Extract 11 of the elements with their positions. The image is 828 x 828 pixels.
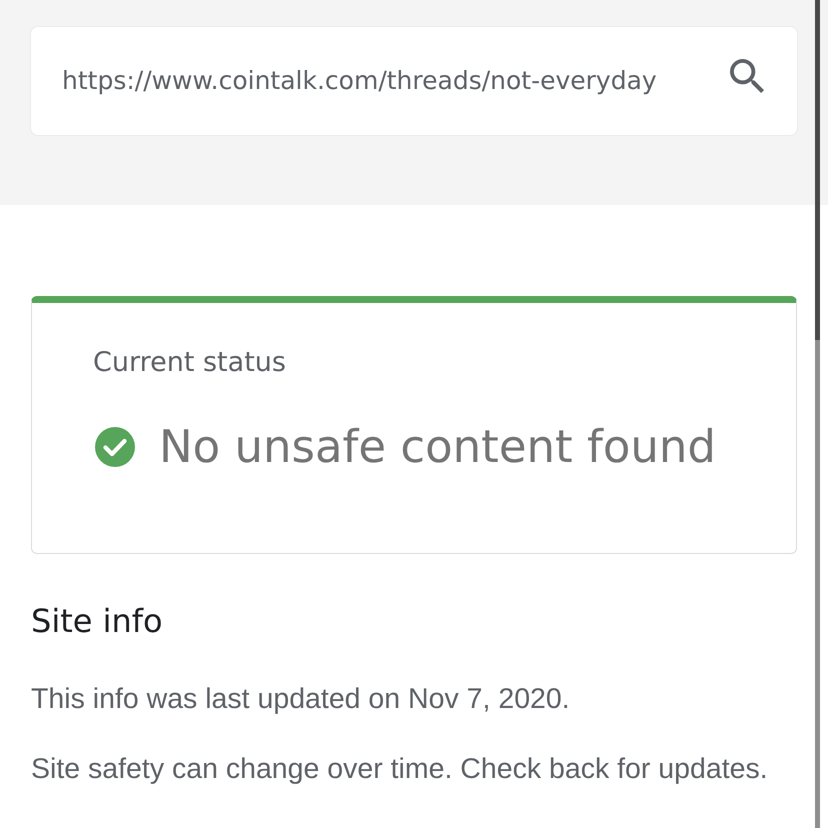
info-paragraph: This info was last updated on Nov 7, 2020. [31, 682, 571, 716]
search-icon [730, 59, 766, 95]
search-button[interactable] [729, 58, 767, 96]
search-field[interactable]: https://www.cointalk.com/threads/not-everyday [30, 26, 798, 136]
status-message: No unsafe content found [159, 419, 716, 475]
scrollbar-track[interactable] [815, 0, 820, 828]
scrollbar-thumb[interactable] [815, 0, 820, 340]
search-query: https://www.cointalk.com/threads/not-everyday [62, 65, 657, 97]
section-title: Site info [31, 601, 164, 642]
status-label: Current status [93, 347, 287, 379]
info-paragraph: Site safety can change over time. Check back for updates. [31, 752, 769, 786]
